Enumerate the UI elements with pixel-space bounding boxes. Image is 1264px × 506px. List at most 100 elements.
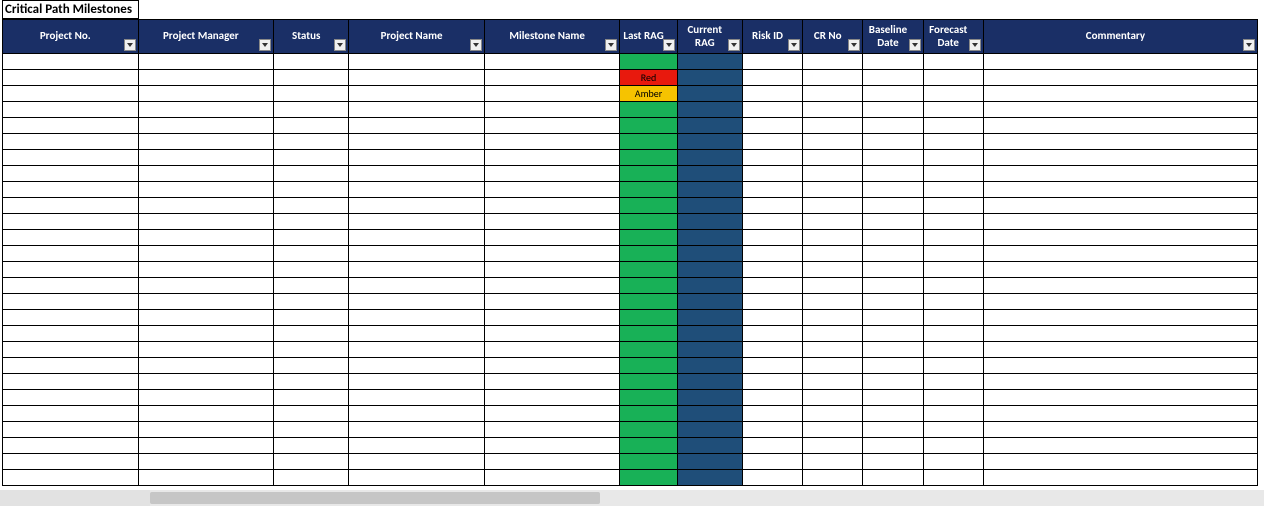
current-rag-cell[interactable] [677, 214, 742, 230]
cell[interactable] [3, 70, 139, 86]
last-rag-cell[interactable]: Amber [620, 86, 677, 102]
cell[interactable] [484, 470, 620, 486]
cell[interactable] [803, 166, 863, 182]
cell[interactable] [3, 294, 139, 310]
cell[interactable] [349, 422, 485, 438]
cell[interactable] [803, 182, 863, 198]
cell[interactable] [803, 150, 863, 166]
cell[interactable] [349, 134, 485, 150]
cell[interactable] [274, 54, 349, 70]
cell[interactable] [3, 310, 139, 326]
last-rag-cell[interactable] [620, 374, 677, 390]
last-rag-cell[interactable] [620, 326, 677, 342]
cell[interactable] [3, 54, 139, 70]
cell[interactable] [138, 438, 274, 454]
cell[interactable] [274, 310, 349, 326]
cell[interactable] [742, 118, 802, 134]
cell[interactable] [138, 278, 274, 294]
cell[interactable] [349, 246, 485, 262]
cell[interactable] [803, 374, 863, 390]
last-rag-cell[interactable] [620, 422, 677, 438]
cell[interactable] [742, 422, 802, 438]
cell[interactable] [742, 374, 802, 390]
cell[interactable] [484, 358, 620, 374]
cell[interactable] [983, 342, 1257, 358]
cell[interactable] [138, 150, 274, 166]
cell[interactable] [803, 454, 863, 470]
cell[interactable] [923, 262, 983, 278]
scroll-track[interactable] [150, 490, 1264, 506]
cell[interactable] [274, 278, 349, 294]
cell[interactable] [3, 246, 139, 262]
cell[interactable] [863, 214, 923, 230]
cell[interactable] [742, 390, 802, 406]
cell[interactable] [274, 70, 349, 86]
cell[interactable] [484, 214, 620, 230]
cell[interactable] [349, 102, 485, 118]
cell[interactable] [3, 406, 139, 422]
filter-dropdown-icon[interactable] [969, 39, 981, 51]
cell[interactable] [742, 310, 802, 326]
current-rag-cell[interactable] [677, 182, 742, 198]
cell[interactable] [274, 326, 349, 342]
cell[interactable] [803, 118, 863, 134]
cell[interactable] [803, 70, 863, 86]
cell[interactable] [923, 118, 983, 134]
cell[interactable] [803, 310, 863, 326]
cell[interactable] [923, 134, 983, 150]
cell[interactable] [803, 198, 863, 214]
cell[interactable] [274, 246, 349, 262]
cell[interactable] [863, 166, 923, 182]
filter-dropdown-icon[interactable] [334, 39, 346, 51]
cell[interactable] [274, 102, 349, 118]
cell[interactable] [863, 70, 923, 86]
cell[interactable] [863, 358, 923, 374]
cell[interactable] [349, 342, 485, 358]
cell[interactable] [138, 54, 274, 70]
cell[interactable] [803, 262, 863, 278]
last-rag-cell[interactable] [620, 246, 677, 262]
cell[interactable] [484, 182, 620, 198]
cell[interactable] [983, 198, 1257, 214]
cell[interactable] [983, 358, 1257, 374]
cell[interactable] [983, 134, 1257, 150]
cell[interactable] [742, 470, 802, 486]
cell[interactable] [484, 54, 620, 70]
current-rag-cell[interactable] [677, 198, 742, 214]
cell[interactable] [983, 70, 1257, 86]
cell[interactable] [863, 470, 923, 486]
cell[interactable] [923, 86, 983, 102]
current-rag-cell[interactable] [677, 374, 742, 390]
cell[interactable] [983, 214, 1257, 230]
cell[interactable] [484, 278, 620, 294]
cell[interactable] [803, 134, 863, 150]
cell[interactable] [3, 470, 139, 486]
cell[interactable] [742, 278, 802, 294]
cell[interactable] [803, 326, 863, 342]
cell[interactable] [349, 454, 485, 470]
cell[interactable] [484, 102, 620, 118]
last-rag-cell[interactable] [620, 166, 677, 182]
cell[interactable] [923, 102, 983, 118]
current-rag-cell[interactable] [677, 102, 742, 118]
current-rag-cell[interactable] [677, 166, 742, 182]
cell[interactable] [484, 198, 620, 214]
current-rag-cell[interactable] [677, 326, 742, 342]
current-rag-cell[interactable] [677, 470, 742, 486]
cell[interactable] [349, 294, 485, 310]
current-rag-cell[interactable] [677, 310, 742, 326]
cell[interactable] [3, 118, 139, 134]
cell[interactable] [484, 390, 620, 406]
cell[interactable] [923, 70, 983, 86]
cell[interactable] [3, 102, 139, 118]
cell[interactable] [138, 134, 274, 150]
cell[interactable] [3, 358, 139, 374]
cell[interactable] [803, 342, 863, 358]
cell[interactable] [803, 358, 863, 374]
cell[interactable] [742, 150, 802, 166]
cell[interactable] [742, 230, 802, 246]
cell[interactable] [138, 326, 274, 342]
cell[interactable] [138, 86, 274, 102]
cell[interactable] [863, 134, 923, 150]
cell[interactable] [349, 182, 485, 198]
